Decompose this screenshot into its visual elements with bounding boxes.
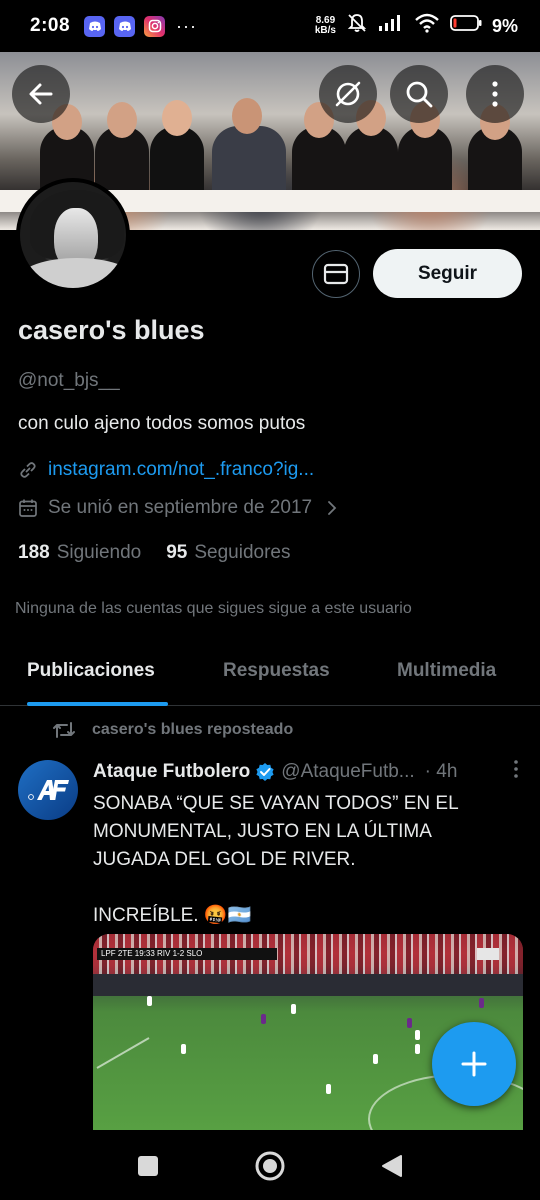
home-button[interactable] — [254, 1150, 286, 1182]
square-icon — [138, 1156, 158, 1176]
followers-count: 95 — [166, 542, 188, 563]
followers-link[interactable]: 95 Seguidores — [166, 542, 290, 564]
discord-icon — [84, 15, 106, 37]
profile-link-text[interactable]: instagram.com/not_.franco?ig... — [48, 459, 314, 481]
follow-counts: 188 Siguiendo 95 Seguidores — [18, 542, 316, 564]
back-nav-button[interactable] — [376, 1150, 408, 1182]
calendar-icon — [19, 499, 37, 517]
network-speed: 8.69 kB/s — [314, 15, 336, 36]
grok-icon — [335, 81, 361, 107]
profile-handle: @not_bjs__ — [18, 370, 120, 391]
post-author-avatar[interactable] — [18, 760, 78, 820]
tab-media[interactable]: Multimedia — [397, 660, 496, 682]
post-text[interactable]: SONABA “QUE SE VAYAN TODOS” EN EL MONUME… — [93, 790, 513, 930]
grok-button[interactable] — [319, 65, 377, 123]
active-tab-indicator — [27, 702, 168, 706]
plus-icon — [461, 1051, 487, 1077]
tab-posts[interactable]: Publicaciones — [27, 660, 155, 682]
signal-icon — [378, 14, 404, 38]
profile-joined[interactable]: Se unió en septiembre de 2017 — [18, 497, 338, 519]
link-icon — [20, 462, 36, 478]
profile-joined-text: Se unió en septiembre de 2017 — [48, 497, 313, 518]
battery-icon — [450, 15, 482, 37]
more-options-button[interactable] — [466, 65, 524, 123]
ataque-futbolero-logo — [28, 780, 69, 800]
more-vertical-icon — [492, 81, 498, 107]
mute-icon — [346, 12, 368, 40]
chevron-right-icon — [328, 501, 337, 515]
mutual-followers-note: Ninguna de las cuentas que sigues sigue … — [15, 600, 412, 617]
repost-icon — [53, 722, 75, 738]
search-button[interactable] — [390, 65, 448, 123]
triangle-back-icon — [382, 1155, 402, 1177]
status-bar: 2:08 ··· 8.69 kB/s 9% — [0, 0, 540, 52]
system-nav-bar — [0, 1130, 540, 1200]
profile-bio: con culo ajeno todos somos putos — [18, 413, 306, 434]
following-count: 188 — [18, 542, 50, 563]
post-author-name[interactable]: Ataque Futbolero — [93, 761, 250, 783]
follow-button[interactable]: Seguir — [373, 249, 522, 298]
status-more-indicator: ··· — [176, 15, 198, 36]
post-header: Ataque Futbolero @AtaqueFutb... · 4h — [93, 759, 523, 785]
wifi-icon — [414, 13, 440, 39]
instagram-icon — [144, 15, 166, 37]
post-author-handle[interactable]: @AtaqueFutb... — [281, 761, 414, 783]
message-button[interactable] — [312, 250, 360, 298]
following-link[interactable]: 188 Siguiendo — [18, 542, 141, 564]
mail-icon — [323, 263, 349, 285]
following-label: Siguiendo — [56, 542, 142, 563]
profile-link[interactable]: instagram.com/not_.franco?ig... — [18, 459, 314, 481]
repost-label: casero's blues reposteado — [92, 721, 294, 738]
arrow-left-icon — [29, 83, 53, 105]
home-circle-icon — [255, 1151, 285, 1181]
battery-percent: 9% — [491, 15, 518, 36]
profile-avatar[interactable] — [16, 178, 130, 292]
back-button[interactable] — [12, 65, 70, 123]
tab-replies[interactable]: Respuestas — [223, 660, 330, 682]
verified-badge-icon — [255, 762, 275, 782]
post-more-icon[interactable] — [513, 759, 519, 785]
repost-indicator: casero's blues reposteado — [52, 720, 293, 740]
followers-label: Seguidores — [194, 542, 291, 563]
post-time[interactable]: · 4h — [425, 761, 458, 783]
status-time: 2:08 — [30, 15, 71, 36]
profile-tabs: Publicaciones Respuestas Multimedia — [0, 640, 540, 706]
search-icon — [406, 81, 433, 108]
recents-button[interactable] — [132, 1150, 164, 1182]
compose-post-button[interactable] — [432, 1022, 516, 1106]
media-scoreboard: LPF 2TE 19:33 RIV 1-2 SLO — [97, 948, 277, 960]
profile-name: casero's blues — [18, 315, 205, 345]
discord-icon — [114, 15, 136, 37]
